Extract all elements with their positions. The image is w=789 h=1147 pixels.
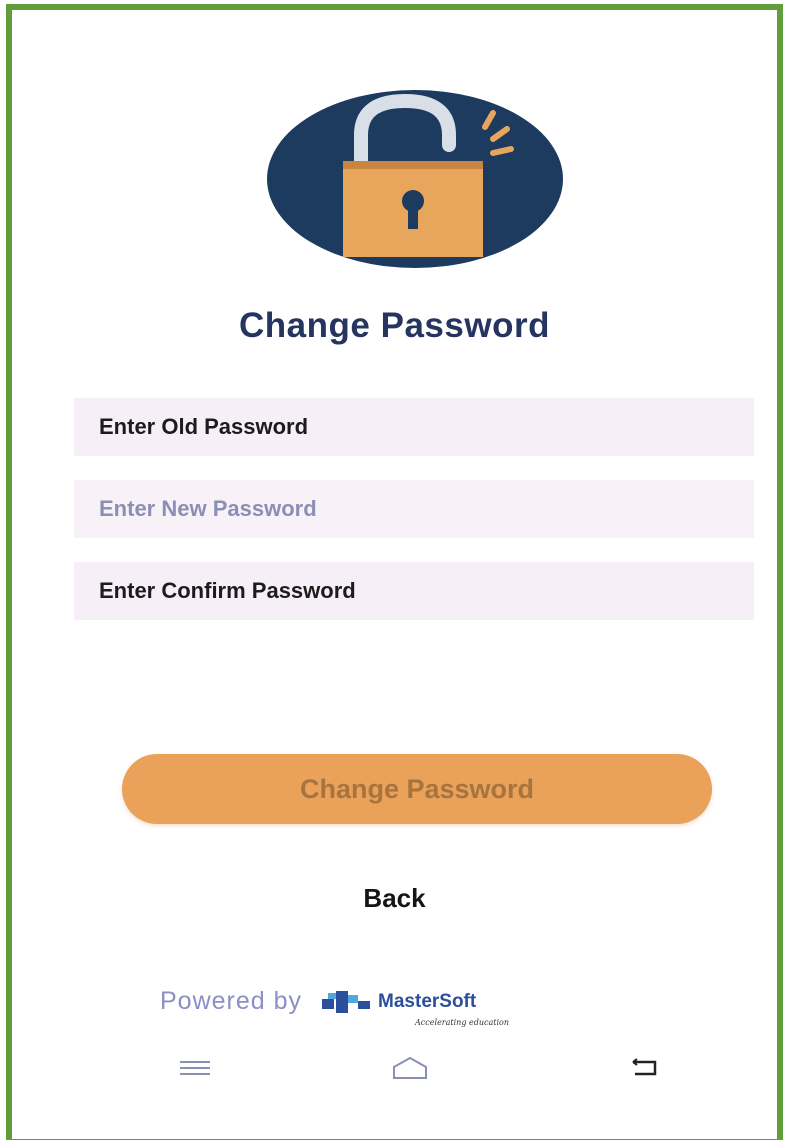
confirm-password-field[interactable]: [74, 562, 754, 620]
confirm-password-input[interactable]: [99, 578, 754, 604]
nav-home-button[interactable]: [385, 1048, 435, 1088]
old-password-field[interactable]: [74, 398, 754, 456]
back-icon: [632, 1058, 657, 1076]
back-link[interactable]: Back: [12, 883, 777, 914]
new-password-field[interactable]: [74, 480, 754, 538]
powered-by-text: Powered by: [160, 987, 303, 1015]
home-icon: [393, 1056, 427, 1079]
app-frame: Change Password Change Password Back Pow…: [6, 4, 783, 1140]
nav-menu-button[interactable]: [170, 1048, 220, 1088]
nav-back-button[interactable]: [620, 1048, 670, 1088]
padlock-logo: [265, 89, 565, 269]
page-title: Change Password: [239, 306, 550, 345]
menu-icon: [180, 1061, 210, 1075]
mastersoft-logo-icon: [322, 990, 371, 1013]
old-password-input[interactable]: [99, 414, 754, 440]
system-navigation-bar: [12, 1048, 777, 1088]
new-password-input[interactable]: [99, 496, 754, 522]
brand-tagline: Accelerating education: [415, 1017, 509, 1027]
brand-name: MasterSoft: [378, 990, 477, 1012]
mastersoft-logo: MasterSoft Accelerating education: [320, 989, 509, 1027]
powered-by: Powered by MasterSoft Accelerating educa…: [160, 987, 509, 1027]
change-password-button[interactable]: Change Password: [122, 754, 712, 824]
unlocked-padlock-icon: [267, 90, 563, 268]
